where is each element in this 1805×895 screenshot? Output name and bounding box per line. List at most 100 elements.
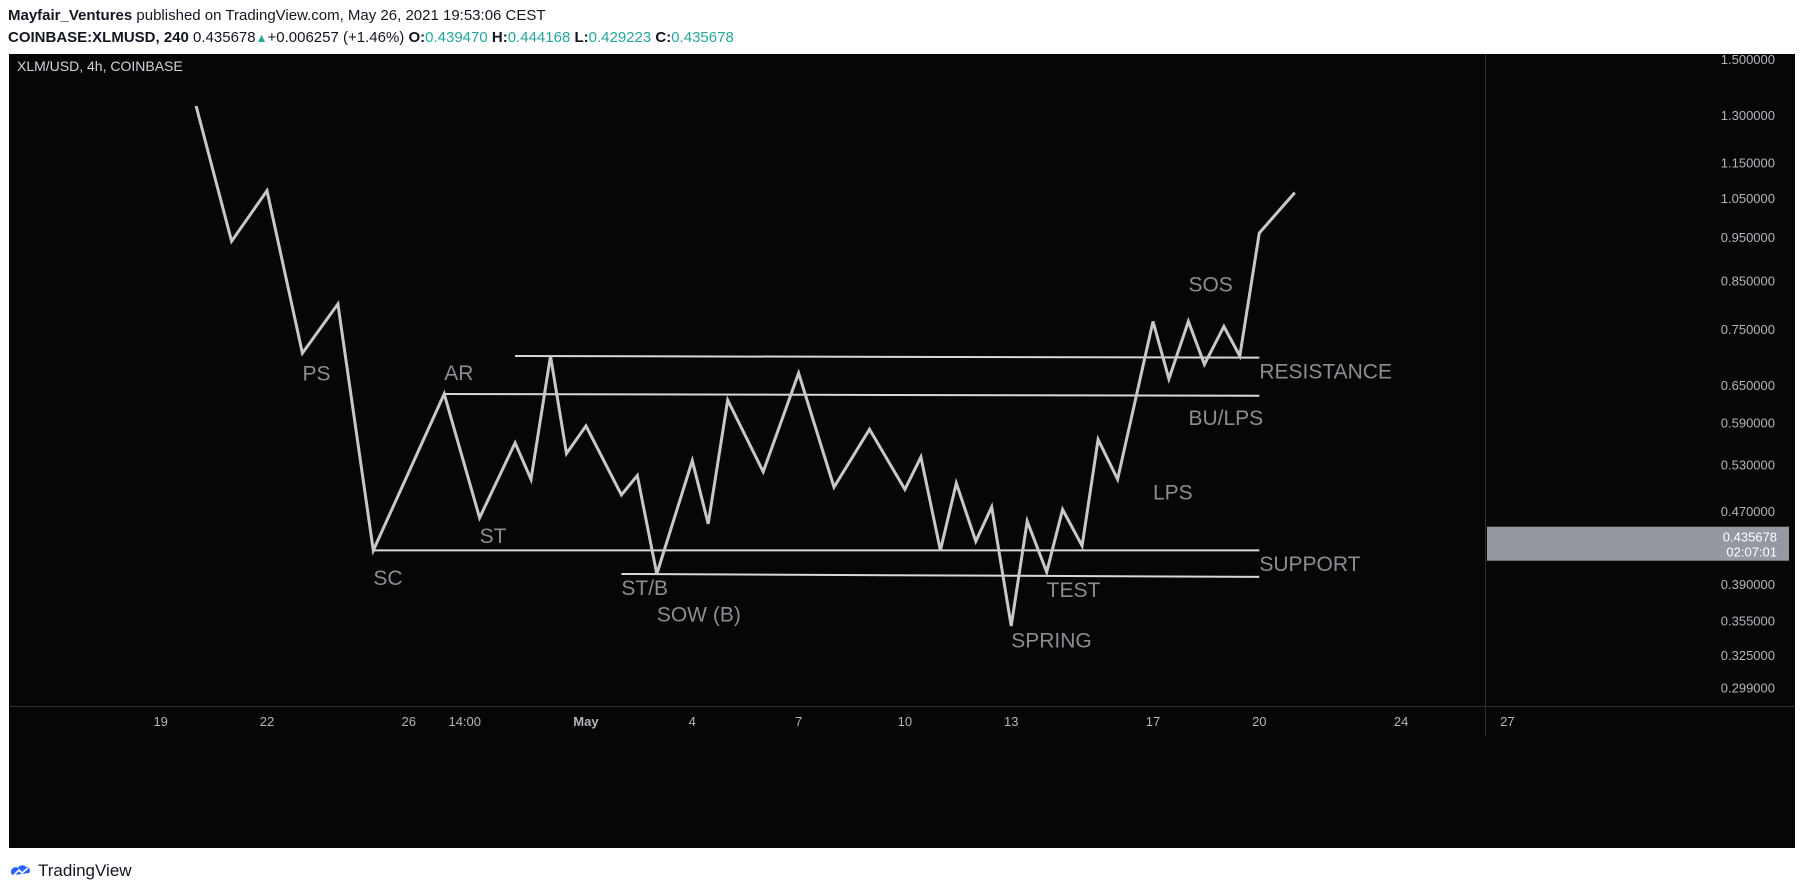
y-tick-label: 0.470000 bbox=[1721, 504, 1775, 519]
y-tick-label: 1.300000 bbox=[1721, 108, 1775, 123]
price-point[interactable] bbox=[975, 540, 977, 542]
price-point[interactable] bbox=[372, 549, 374, 551]
annotation-label[interactable]: SOS bbox=[1188, 274, 1232, 297]
price-point[interactable] bbox=[707, 523, 709, 525]
annotation-label[interactable]: BU/LPS bbox=[1188, 407, 1263, 430]
price-point[interactable] bbox=[1097, 438, 1099, 440]
annotation-label[interactable]: PS bbox=[302, 363, 330, 386]
price-point[interactable] bbox=[1116, 478, 1118, 480]
annotation-label[interactable]: LPS bbox=[1153, 482, 1193, 505]
price-point[interactable] bbox=[301, 352, 303, 354]
price-point[interactable] bbox=[1203, 363, 1205, 365]
brand-name: TradingView bbox=[38, 861, 132, 880]
price-point[interactable] bbox=[991, 506, 993, 508]
price-point[interactable] bbox=[620, 494, 622, 496]
price-point[interactable] bbox=[514, 442, 516, 444]
price-point[interactable] bbox=[1152, 320, 1154, 322]
bar-countdown: 02:07:01 bbox=[1726, 545, 1777, 560]
price-point[interactable] bbox=[1010, 625, 1012, 627]
chart-header: Mayfair_Ventures published on TradingVie… bbox=[0, 0, 1805, 54]
y-tick-label: 0.355000 bbox=[1721, 613, 1775, 628]
price-point[interactable] bbox=[565, 452, 567, 454]
x-tick-label: 10 bbox=[898, 714, 912, 729]
annotation-label[interactable]: RESISTANCE bbox=[1259, 360, 1392, 383]
price-point[interactable] bbox=[443, 393, 445, 395]
price-point[interactable] bbox=[727, 399, 729, 401]
annotation-label[interactable]: AR bbox=[444, 362, 473, 385]
y-tick-label: 1.150000 bbox=[1721, 156, 1775, 171]
price-point[interactable] bbox=[195, 105, 197, 107]
price-point[interactable] bbox=[833, 486, 835, 488]
price-chart[interactable]: XLM/USD, 4h, COINBASE 1.500000 1.300000 1.1… bbox=[9, 54, 1795, 848]
annotation-label[interactable]: SPRING bbox=[1011, 630, 1092, 653]
annotation-label[interactable]: SUPPORT bbox=[1259, 553, 1360, 576]
price-point[interactable] bbox=[636, 474, 638, 476]
y-tick-label: 1.500000 bbox=[1721, 54, 1775, 67]
price-point[interactable] bbox=[1239, 355, 1241, 357]
annotation-label[interactable]: TEST bbox=[1047, 579, 1101, 602]
y-tick-label: 1.050000 bbox=[1721, 191, 1775, 206]
price-point[interactable] bbox=[904, 488, 906, 490]
y-tick-label: 0.950000 bbox=[1721, 230, 1775, 245]
price-point[interactable] bbox=[530, 478, 532, 480]
price-point[interactable] bbox=[478, 517, 480, 519]
chart-title: XLM/USD, 4h, COINBASE bbox=[17, 58, 183, 74]
price-point[interactable] bbox=[656, 573, 658, 575]
price-point[interactable] bbox=[549, 355, 551, 357]
price-change: +0.006257 (+1.46%) bbox=[267, 29, 405, 46]
symbol-label: COINBASE:XLMUSD, 240 bbox=[8, 29, 189, 46]
price-point[interactable] bbox=[1258, 232, 1260, 234]
price-point[interactable] bbox=[691, 460, 693, 462]
price-point[interactable] bbox=[797, 372, 799, 374]
price-point[interactable] bbox=[230, 240, 232, 242]
close-label: C: bbox=[655, 29, 672, 46]
tradingview-icon bbox=[11, 865, 30, 876]
y-tick-label: 0.650000 bbox=[1721, 378, 1775, 393]
price-point[interactable] bbox=[1061, 508, 1063, 510]
price-point[interactable] bbox=[1294, 191, 1296, 193]
annotation-label[interactable]: ST bbox=[480, 525, 507, 548]
publish-info: Mayfair_Ventures published on TradingVie… bbox=[8, 7, 546, 24]
price-point[interactable] bbox=[955, 482, 957, 484]
x-tick-label: May bbox=[573, 714, 599, 729]
high-value: 0.444168 bbox=[507, 29, 571, 46]
x-tick-label: 13 bbox=[1004, 714, 1018, 729]
x-tick-label: 17 bbox=[1146, 714, 1160, 729]
price-point[interactable] bbox=[939, 549, 941, 551]
chart-footer: TradingView bbox=[0, 848, 1805, 895]
price-point[interactable] bbox=[1026, 520, 1028, 522]
price-point[interactable] bbox=[1081, 545, 1083, 547]
price-point[interactable] bbox=[920, 456, 922, 458]
y-tick-label: 0.299000 bbox=[1721, 680, 1775, 695]
x-tick-label: 14:00 bbox=[448, 714, 481, 729]
price-point[interactable] bbox=[868, 428, 870, 430]
price-point[interactable] bbox=[1187, 320, 1189, 322]
y-tick-label: 0.325000 bbox=[1721, 648, 1775, 663]
x-tick-label: 4 bbox=[689, 714, 696, 729]
annotation-label[interactable]: ST/B bbox=[621, 577, 668, 600]
y-tick-label: 0.750000 bbox=[1721, 322, 1775, 337]
high-label: H: bbox=[491, 29, 508, 46]
last-price-value: 0.435678 bbox=[1723, 530, 1777, 545]
open-value: 0.439470 bbox=[425, 29, 488, 46]
price-point[interactable] bbox=[585, 425, 587, 427]
price-point[interactable] bbox=[762, 471, 764, 473]
x-tick-label: 19 bbox=[153, 714, 167, 729]
author-name[interactable]: Mayfair_Ventures bbox=[8, 7, 132, 24]
tradingview-logo[interactable]: TradingView bbox=[10, 861, 132, 881]
price-point[interactable] bbox=[1168, 378, 1170, 380]
price-point[interactable] bbox=[337, 303, 339, 305]
low-value: 0.429223 bbox=[588, 29, 652, 46]
up-arrow-icon: ▲ bbox=[255, 31, 268, 45]
annotation-label[interactable]: SC bbox=[373, 567, 402, 590]
x-tick-label: 20 bbox=[1252, 714, 1266, 729]
chart-area[interactable]: XLM/USD, 4h, COINBASE 1.500000 1.300000 1.1… bbox=[9, 54, 1795, 848]
annotation-label[interactable]: SOW (B) bbox=[657, 604, 741, 627]
y-tick-label: 0.590000 bbox=[1721, 416, 1775, 431]
publish-text: published on TradingView.com, May 26, 20… bbox=[136, 7, 546, 24]
y-tick-label: 0.850000 bbox=[1721, 273, 1775, 288]
price-point[interactable] bbox=[1223, 325, 1225, 327]
last-price: 0.435678 bbox=[193, 29, 256, 46]
price-point[interactable] bbox=[266, 190, 268, 192]
price-point[interactable] bbox=[1045, 571, 1047, 573]
